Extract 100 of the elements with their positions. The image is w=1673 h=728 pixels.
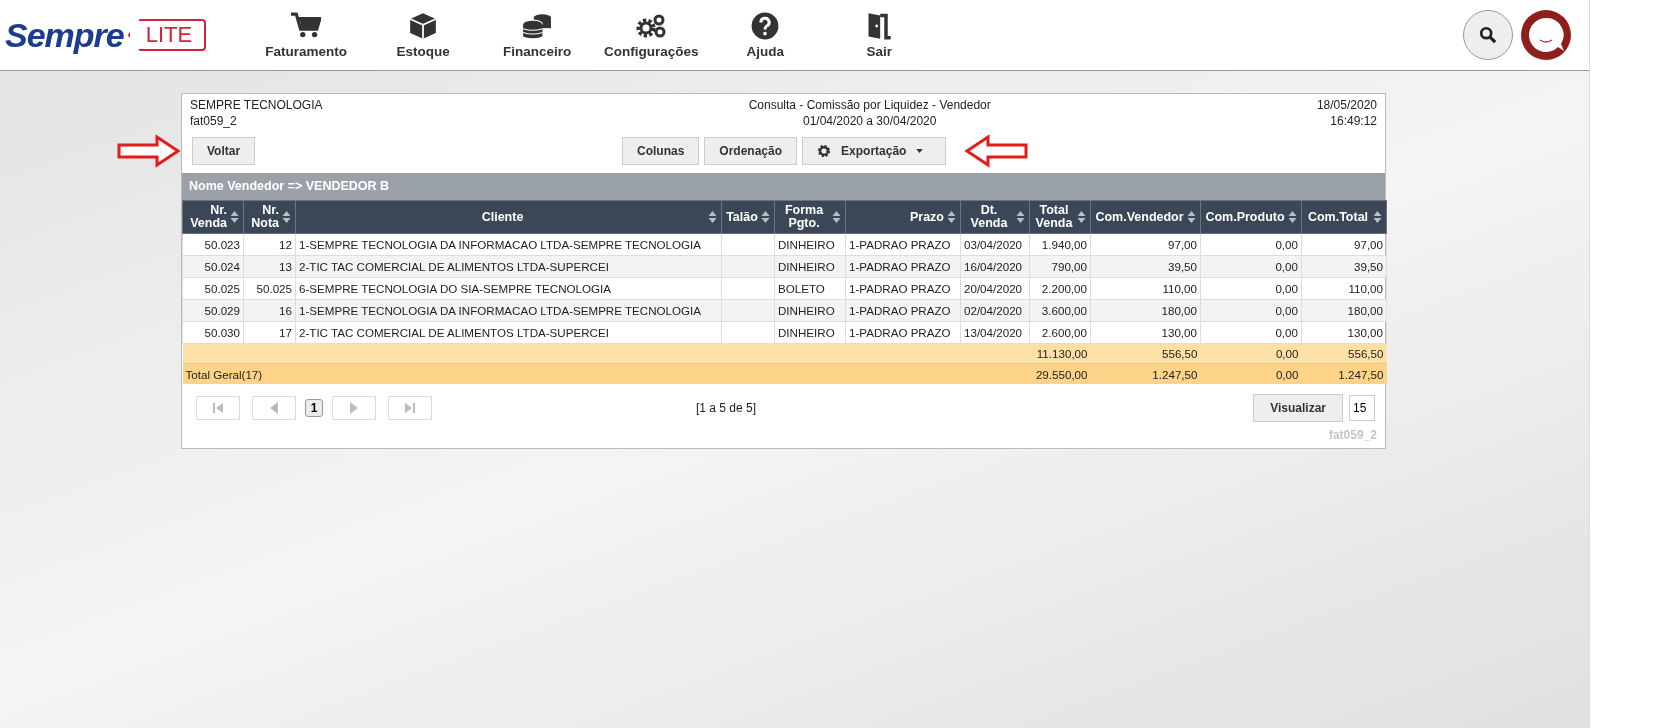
table-cell: 97,00 [1301,233,1387,256]
column-header[interactable]: Nr. Venda [182,200,244,234]
total-cell: 1.247,50 [1301,363,1387,384]
total-cell: 0,00 [1200,363,1302,384]
table-cell: 2.200,00 [1029,277,1091,300]
table-cell: 1-SEMPRE TECNOLOGIA DA INFORMACAO LTDA-SEMPRE TECNOLOGIA [295,233,722,256]
table-cell: 97,00 [1090,233,1201,256]
caret-icon [916,149,924,153]
last-page-icon [404,402,416,414]
table-cell: 50.025 [243,277,296,300]
column-header[interactable]: Com.Total [1301,200,1387,234]
sort-icon [1016,211,1025,223]
table-cell: 0,00 [1200,321,1302,344]
previous-icon [268,402,280,414]
table-cell: 50.025 [182,277,244,300]
report-time: 16:49:12 [1330,113,1377,129]
total-cell: 1.247,50 [1090,363,1201,384]
nav-item[interactable]: Financeiro [480,11,595,59]
sort-icon [1187,211,1196,223]
table-cell: 12 [243,233,296,256]
report-period: 01/04/2020 a 30/04/2020 [802,113,937,129]
total-label: Total Geral(17) [182,363,1030,384]
company-name: SEMPRE TECNOLOGIA [190,97,323,113]
table-cell [721,277,775,300]
sort-icon [1373,211,1382,223]
column-header[interactable]: Com.Produto [1200,200,1302,234]
nav-item[interactable]: Estoque [366,11,481,59]
table-cell: 1-PADRAO PRAZO [845,277,961,300]
table-cell: 20/04/2020 [960,277,1030,300]
table-cell: 1-PADRAO PRAZO [845,321,961,344]
table-cell [721,233,775,256]
toolbar-button[interactable]: Colunas [622,137,700,165]
report-code: fat059_2 [1327,427,1378,444]
table-cell: 50.030 [182,321,244,344]
search-button[interactable] [1463,10,1513,60]
table-cell: 17 [243,321,296,344]
sort-icon [1077,211,1086,223]
table-cell: 03/04/2020 [960,233,1030,256]
page-size-field[interactable]: 15 [1349,395,1375,421]
nav-item[interactable]: Configurações [594,11,709,59]
table-cell: 0,00 [1200,233,1302,256]
nav-item[interactable]: Faturamento [246,11,367,59]
table-cell: 50.024 [182,255,244,278]
sort-icon [708,211,717,223]
table-cell: 13/04/2020 [960,321,1030,344]
view-button[interactable]: Visualizar [1253,394,1343,422]
table-cell: 2-TIC TAC COMERCIAL DE ALIMENTOS LTDA-SUPERCEI [295,321,722,344]
search-icon [1479,26,1497,44]
total-cell: 29.550,00 [1029,363,1091,384]
chat-icon[interactable] [1521,10,1571,60]
column-header[interactable]: Prazo [845,200,961,234]
column-header[interactable]: Cliente [295,200,722,234]
table-cell: 110,00 [1090,277,1201,300]
column-header[interactable]: Total Venda [1029,200,1091,234]
column-header[interactable]: Dt. Venda [960,200,1030,234]
nav-item[interactable]: Ajuda [708,11,823,59]
table-cell: 2.600,00 [1029,321,1091,344]
report-date: 18/05/2020 [1316,97,1377,113]
table-cell: 1-SEMPRE TECNOLOGIA DA INFORMACAO LTDA-SEMPRE TECNOLOGIA [295,299,722,322]
sort-icon [761,211,770,223]
table-cell: 0,00 [1200,277,1302,300]
first-page-icon [212,402,224,414]
table-cell: 6-SEMPRE TECNOLOGIA DO SIA-SEMPRE TECNOLOGIA [295,277,722,300]
table-cell: 110,00 [1301,277,1387,300]
sort-icon [282,211,291,223]
sort-icon [832,211,841,223]
coins-icon [522,11,553,40]
sort-icon [1288,211,1297,223]
cart-icon [291,11,322,40]
column-header[interactable]: Talão [721,200,775,234]
page-range: [1 a 5 de 5] [696,401,758,415]
annotation-arrow [964,134,1029,168]
settings-icon [817,144,832,158]
next-icon [348,402,360,414]
nav-item[interactable]: Sair [822,11,937,59]
column-header[interactable]: Forma Pgto. [774,200,846,234]
column-header[interactable]: Nr. Nota [243,200,296,234]
report-code: fat059_2 [190,113,238,129]
table-cell: 50.029 [182,299,244,322]
column-header[interactable]: Com.Vendedor [1090,200,1201,234]
table-cell: DINHEIRO [774,321,846,344]
table-cell [721,321,775,344]
table-cell: DINHEIRO [774,233,846,256]
table-cell: 130,00 [1301,321,1387,344]
table-cell: 130,00 [1090,321,1201,344]
table-cell: BOLETO [774,277,846,300]
sort-icon [947,211,956,223]
report-title: Consulta - Comissão por Liquidez - Vendedor [748,97,991,113]
page-number[interactable]: 1 [305,399,323,417]
help-icon [750,11,781,40]
toolbar-button[interactable]: Ordenação [704,137,798,165]
sort-icon [230,211,239,223]
group-header: Nome Vendedor => VENDEDOR B [182,173,1385,200]
export-button[interactable]: Exportação [802,137,947,165]
table-cell: 1.940,00 [1029,233,1091,256]
back-button[interactable]: Voltar [192,137,256,165]
logo[interactable]: Sempre LITE [5,15,207,55]
table-cell: 1-PADRAO PRAZO [845,233,961,256]
table-cell: 50.023 [182,233,244,256]
table-cell: 2-TIC TAC COMERCIAL DE ALIMENTOS LTDA-SUPERCEI [295,255,722,278]
